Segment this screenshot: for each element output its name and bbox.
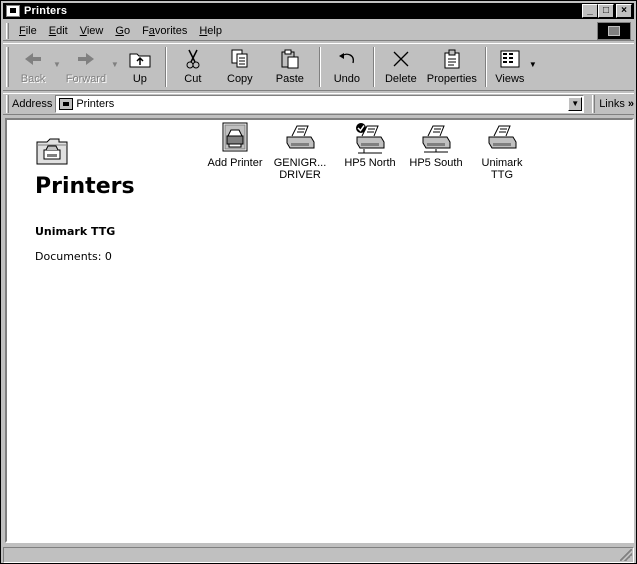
add-printer-icon: [219, 122, 251, 154]
properties-button[interactable]: Properties: [423, 44, 481, 90]
menu-file[interactable]: File: [13, 25, 43, 37]
window-title: Printers: [24, 5, 68, 17]
views-dropdown-icon[interactable]: ▼: [529, 60, 537, 90]
minimize-button[interactable]: _: [582, 4, 598, 18]
address-field[interactable]: Printers ▼: [55, 95, 585, 113]
forward-dropdown-icon[interactable]: ▼: [111, 60, 119, 90]
toolbar-separator: [164, 47, 167, 87]
toolbar-grip[interactable]: [6, 47, 9, 87]
toolbar-separator: [484, 47, 487, 87]
menu-bar: File Edit View Go Favorites Help: [3, 21, 634, 41]
menu-favorites[interactable]: Favorites: [136, 25, 193, 37]
window-controls: _ □ ×: [582, 4, 632, 18]
address-value: Printers: [76, 98, 115, 110]
title-bar[interactable]: Printers _ □ ×: [3, 3, 634, 19]
menu-go[interactable]: Go: [109, 25, 136, 37]
links-label: Links: [599, 98, 625, 110]
up-button[interactable]: Up: [119, 44, 161, 90]
close-button[interactable]: ×: [616, 4, 632, 18]
printer-item-unimark-ttg[interactable]: Unimark TTG: [470, 122, 534, 181]
printer-item-hp5-north[interactable]: HP5 North: [338, 122, 402, 169]
explorer-window: Printers _ □ × File Edit View Go Favorit…: [0, 0, 637, 564]
undo-button[interactable]: Undo: [325, 44, 369, 90]
printer-label: GENIGR... DRIVER: [273, 157, 327, 181]
network-printer-icon: [420, 122, 452, 154]
toolbar-separator: [372, 47, 375, 87]
address-dropdown-icon[interactable]: ▼: [568, 97, 583, 111]
maximize-button[interactable]: □: [598, 4, 614, 18]
menu-view[interactable]: View: [74, 25, 110, 37]
printers-folder-icon: [59, 98, 74, 110]
delete-x-icon: [392, 48, 410, 70]
links-grip[interactable]: [592, 95, 596, 113]
back-dropdown-icon[interactable]: ▼: [53, 60, 61, 90]
printers-folder-icon: [35, 136, 69, 169]
address-grip[interactable]: [6, 95, 9, 113]
views-button[interactable]: Views: [491, 44, 529, 90]
folder-view[interactable]: Printers Unimark TTG Documents: 0 Add Pr…: [5, 118, 634, 543]
windows-logo-icon: [597, 22, 631, 40]
printer-label: Unimark TTG: [481, 157, 523, 181]
address-bar: Address Printers ▼ Links »: [3, 93, 634, 115]
menu-grip[interactable]: [6, 22, 9, 39]
cut-button[interactable]: Cut: [171, 44, 215, 90]
forward-arrow-icon: [76, 48, 96, 70]
standard-toolbar: Back ▼ Forward ▼ Up Cut Copy Paste Undo …: [3, 43, 634, 91]
default-printer-icon: [354, 122, 386, 154]
back-arrow-icon: [23, 48, 43, 70]
paste-clipboard-icon: [280, 48, 300, 70]
selected-printer-documents: Documents: 0: [35, 250, 112, 263]
scissors-icon: [184, 48, 202, 70]
toolbar-separator: [318, 47, 321, 87]
printer-icon: [486, 122, 518, 154]
printer-item-hp5-south[interactable]: HP5 South: [404, 122, 468, 169]
resize-grip-icon[interactable]: [620, 549, 632, 561]
printer-label: HP5 South: [409, 157, 463, 169]
delete-button[interactable]: Delete: [379, 44, 423, 90]
printer-icon: [284, 122, 316, 154]
back-button[interactable]: Back: [13, 44, 53, 90]
printer-label: HP5 North: [344, 157, 396, 169]
copy-button[interactable]: Copy: [215, 44, 265, 90]
copy-icon: [231, 48, 249, 70]
printers-folder-icon[interactable]: [6, 5, 20, 17]
selected-printer-name: Unimark TTG: [35, 225, 116, 238]
address-label: Address: [11, 98, 53, 110]
menu-help[interactable]: Help: [193, 25, 228, 37]
menu-edit[interactable]: Edit: [43, 25, 74, 37]
panel-title: Printers: [35, 174, 135, 199]
printer-item-genigr-driver[interactable]: GENIGR... DRIVER: [268, 122, 332, 181]
printer-item-add-printer[interactable]: Add Printer: [203, 122, 267, 169]
printer-label: Add Printer: [207, 157, 263, 169]
chevron-right-icon[interactable]: »: [628, 98, 634, 110]
up-folder-icon: [129, 48, 151, 70]
views-grid-icon: [500, 48, 520, 70]
status-bar: [3, 547, 634, 563]
forward-button[interactable]: Forward: [61, 44, 111, 90]
undo-arrow-icon: [337, 48, 357, 70]
links-toolbar[interactable]: Links »: [592, 95, 634, 113]
paste-button[interactable]: Paste: [265, 44, 315, 90]
properties-icon: [442, 48, 462, 70]
